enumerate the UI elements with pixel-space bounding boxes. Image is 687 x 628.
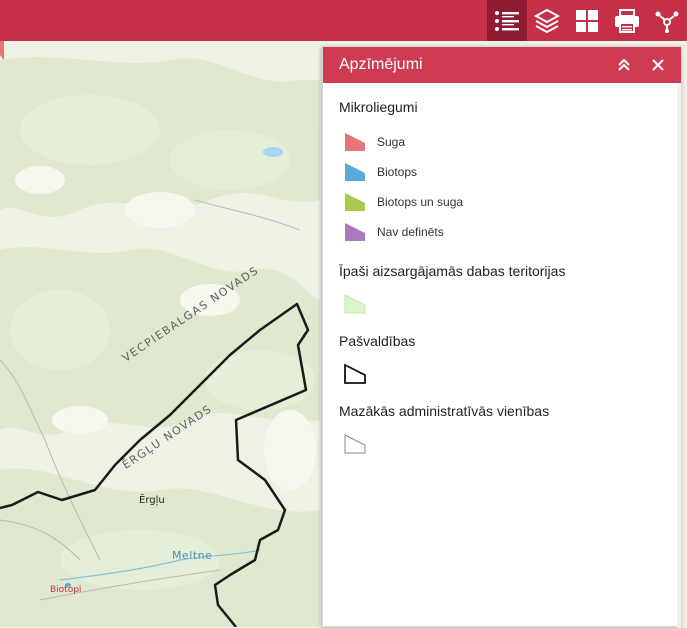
river-label: Meltne <box>172 549 213 562</box>
legend-group-title: Mikroliegumi <box>339 99 418 115</box>
basemap-gallery-icon <box>576 9 598 32</box>
polygon-swatch <box>344 363 366 384</box>
legend-body: Mikroliegumi Suga Biotops Biotops un sug… <box>323 83 681 483</box>
double-chevron-up-icon <box>618 58 630 71</box>
polygon-swatch <box>345 163 365 181</box>
legend-group-mikroliegumi: Mikroliegumi Suga Biotops Biotops un sug… <box>339 99 665 247</box>
swatch-row <box>343 361 665 387</box>
legend-item-nav-definets: Nav definēts <box>339 217 665 247</box>
polygon-swatch <box>345 133 365 151</box>
close-icon <box>652 59 664 71</box>
collapse-button[interactable] <box>613 54 635 76</box>
legend-scrollbar[interactable] <box>677 83 681 628</box>
legend-panel-header: Apzīmējumi <box>323 47 681 83</box>
legend-item-label: Nav definēts <box>377 225 444 239</box>
legend-panel-title: Apzīmējumi <box>339 56 423 73</box>
legend-group-admin-units: Mazākās administratīvās vienības <box>339 403 665 457</box>
legend-button[interactable] <box>487 0 527 41</box>
legend-group-municipalities: Pašvaldības <box>339 333 665 387</box>
legend-item-biotops: Biotops <box>339 157 665 187</box>
legend-group-title: Pašvaldības <box>339 333 416 349</box>
layers-button[interactable] <box>527 0 567 41</box>
legend-item-label: Biotops un suga <box>377 195 464 209</box>
legend-group-title: Mazākās administratīvās vienības <box>339 403 550 419</box>
legend-item-biotops-un-suga: Biotops un suga <box>339 187 665 217</box>
polygon-swatch <box>345 193 365 211</box>
polygon-swatch <box>344 434 366 454</box>
legend-group-protected-areas: Īpaši aizsargājamās dabas teritorijas <box>339 263 665 317</box>
legend-item-label: Suga <box>377 135 406 149</box>
polygon-swatch <box>345 223 365 241</box>
close-button[interactable] <box>647 54 669 76</box>
place-label: Biotopi <box>50 585 82 595</box>
polygon-swatch <box>344 294 366 314</box>
town-label: Ērgļu <box>139 495 165 506</box>
legend-group-title: Īpaši aizsargājamās dabas teritorijas <box>339 263 566 279</box>
swatch-row <box>343 431 665 457</box>
app-toolbar <box>0 0 687 42</box>
legend-icon <box>495 10 519 31</box>
layers-icon <box>534 8 560 33</box>
legend-item-label: Biotops <box>377 165 418 179</box>
print-icon <box>615 8 639 33</box>
swatch-row <box>343 291 665 317</box>
print-button[interactable] <box>607 0 647 41</box>
share-icon <box>655 11 679 33</box>
share-button[interactable] <box>647 0 687 41</box>
legend-item-suga: Suga <box>339 127 665 157</box>
basemap-gallery-button[interactable] <box>567 0 607 41</box>
legend-panel: Apzīmējumi Mikroliegumi Suga Biotops Bio… <box>322 46 682 628</box>
